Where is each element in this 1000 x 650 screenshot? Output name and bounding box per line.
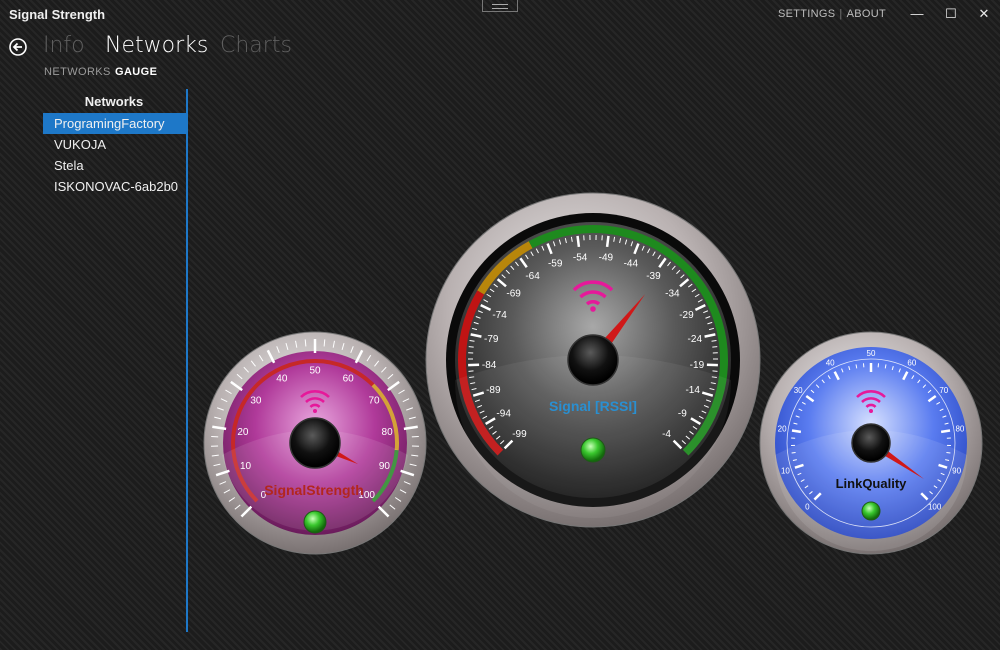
tick-label: -29 bbox=[679, 310, 694, 321]
tick-label: 20 bbox=[237, 427, 249, 438]
link-quality-gauge: 0102030405060708090100 LinkQuality bbox=[759, 331, 983, 555]
tick-label: -49 bbox=[599, 252, 614, 263]
tick-label: 50 bbox=[867, 349, 876, 358]
tick-label: 60 bbox=[343, 373, 355, 384]
tick-label: 20 bbox=[778, 425, 787, 434]
tick-label: 70 bbox=[368, 396, 380, 407]
tick-label: -74 bbox=[492, 310, 507, 321]
minor-tick bbox=[712, 346, 718, 348]
tick-label: 80 bbox=[955, 425, 964, 434]
tick-label: -64 bbox=[525, 271, 540, 282]
status-led bbox=[580, 437, 606, 463]
minor-tick bbox=[468, 346, 474, 348]
major-tick bbox=[940, 429, 951, 434]
gauge-label: Signal [RSSI] bbox=[549, 398, 637, 414]
tick-label: -59 bbox=[548, 259, 563, 270]
tick-label: 60 bbox=[907, 359, 916, 368]
tick-label: 50 bbox=[309, 366, 321, 377]
tick-label: -34 bbox=[665, 288, 680, 299]
tick-label: 40 bbox=[826, 359, 835, 368]
tick-label: 30 bbox=[250, 396, 262, 407]
tick-label: -44 bbox=[624, 259, 639, 270]
major-tick bbox=[576, 235, 581, 248]
gauges-panel: 0102030405060708090100 SignalStrength -9… bbox=[203, 192, 983, 555]
tick-label: 30 bbox=[794, 386, 803, 395]
tick-label: 80 bbox=[382, 427, 394, 438]
rssi-gauge: -99-94-89-84-79-74-69-64-59-54 -49-44-39-… bbox=[425, 192, 761, 528]
signal-strength-gauge: 0102030405060708090100 SignalStrength bbox=[203, 331, 427, 555]
tick-label: 40 bbox=[276, 373, 288, 384]
tick-label: -79 bbox=[484, 334, 499, 345]
status-led bbox=[861, 501, 881, 521]
minor-tick bbox=[323, 339, 326, 347]
minor-tick bbox=[304, 339, 307, 347]
major-tick bbox=[605, 235, 610, 248]
gauge-label: SignalStrength bbox=[264, 482, 364, 498]
tick-label: -39 bbox=[646, 271, 661, 282]
tick-label: 70 bbox=[939, 386, 948, 395]
tick-label: -69 bbox=[506, 288, 521, 299]
tick-label: -24 bbox=[688, 334, 703, 345]
major-tick bbox=[791, 429, 802, 434]
status-led bbox=[303, 510, 327, 534]
gauge-label: LinkQuality bbox=[836, 476, 908, 491]
tick-label: -54 bbox=[573, 252, 588, 263]
